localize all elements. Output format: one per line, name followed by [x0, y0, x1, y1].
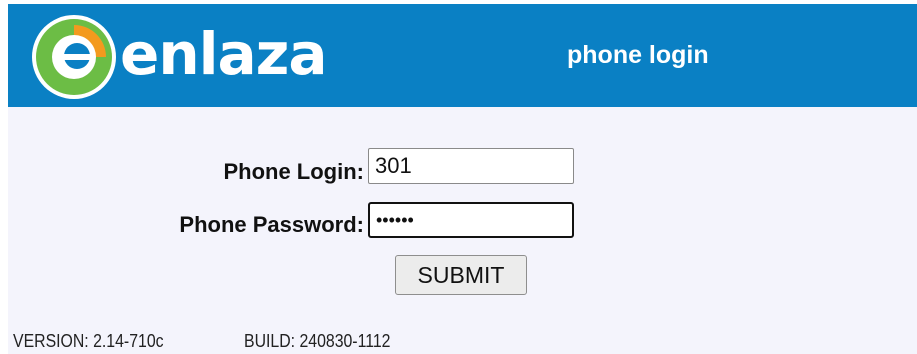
submit-button[interactable]: SUBMIT: [395, 255, 527, 295]
logo-wordmark: enlaza: [120, 20, 328, 88]
page-title: phone login: [567, 41, 709, 69]
phone-login-label: Phone Login:: [223, 159, 364, 184]
phone-password-label: Phone Password:: [179, 212, 364, 237]
header-bar: enlaza phone login: [8, 4, 917, 107]
enlaza-logo: enlaza: [30, 12, 360, 102]
page: enlaza phone login Phone Login: Phone Pa…: [8, 4, 917, 354]
phone-password-input[interactable]: ••••••: [368, 202, 574, 238]
enlaza-logo-icon: [32, 15, 116, 99]
phone-login-input[interactable]: [368, 148, 574, 184]
password-label-container: Phone Password:: [128, 212, 364, 238]
login-label-container: Phone Login:: [128, 159, 364, 185]
version-text: VERSION: 2.14-710c: [13, 331, 164, 351]
build-text: BUILD: 240830-1112: [244, 331, 391, 351]
